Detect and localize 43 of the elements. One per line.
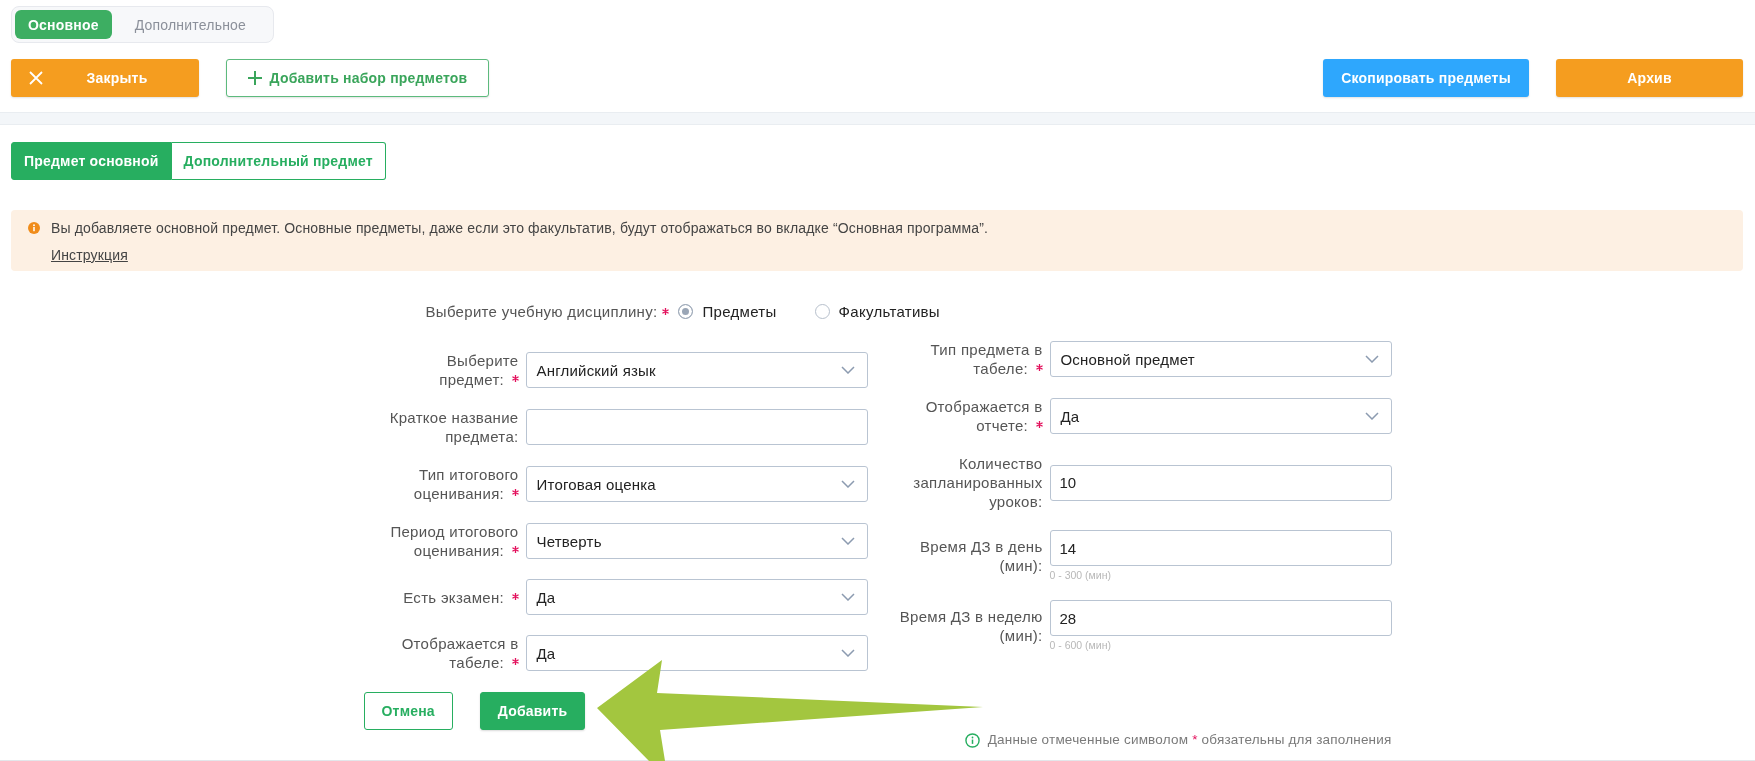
input-field[interactable] [525,409,868,445]
field-label: Период итогового оценивания: [390,523,519,559]
field-label: Выберите предмет: [439,352,519,388]
dropdown-field[interactable]: Английский язык [525,352,868,388]
input-field[interactable]: 28 [1049,600,1392,636]
info-icon [28,222,40,234]
info-icon [964,732,980,748]
chevron-down-icon [840,480,855,488]
chevron-down-icon [1364,355,1379,363]
input-field[interactable]: 14 [1049,530,1392,566]
chevron-down-icon [1364,412,1379,420]
dropdown-field[interactable]: Да [525,635,868,671]
field-hint: 0 - 300 (мин) [1049,569,1112,581]
instruction-link[interactable]: Инструкция [51,245,128,265]
radio-label[interactable]: Факультативы [838,302,940,320]
field-label: Отображается в табеле: [401,635,519,671]
input-field[interactable]: 10 [1049,464,1392,501]
radio-button[interactable] [678,303,694,319]
field-label: Тип предмета в табеле: [930,341,1043,377]
field-hint: 0 - 600 (мин) [1049,639,1112,651]
chevron-down-icon [840,537,855,545]
chevron-down-icon [840,366,855,374]
chevron-down-icon [840,593,855,601]
field-label: Время ДЗ в день (мин): [920,537,1043,574]
required-note: Данные отмеченные символом * обязательны для заполнения [987,732,1392,748]
field-label: Краткое название предмета: [389,409,519,445]
dropdown-field[interactable]: Основной предмет [1049,341,1392,377]
radio-button[interactable] [814,303,830,319]
close-icon [29,71,43,85]
plus-icon [247,71,262,85]
field-label: Тип итогового оценивания: [413,466,519,502]
field-label: Отображается в отчете: [925,398,1043,434]
dropdown-field[interactable]: Четверть [525,523,868,559]
dropdown-field[interactable]: Да [525,579,868,615]
chevron-down-icon [840,649,855,657]
dropdown-field[interactable]: Да [1049,398,1392,434]
radio-label[interactable]: Предметы [702,302,777,320]
field-label: Время ДЗ в неделю (мин): [899,607,1043,644]
field-label: Есть экзамен: [403,588,505,606]
field-label: Количество запланированных уроков: [913,455,1043,510]
dropdown-field[interactable]: Итоговая оценка [525,466,868,502]
notice-text: Вы добавляете основной предмет. Основные предметы, даже если это факультатив, будут отображаться во вкладке “Основная программа”. [51,219,989,238]
field-label: Выберите учебную дисциплину: [425,302,658,320]
